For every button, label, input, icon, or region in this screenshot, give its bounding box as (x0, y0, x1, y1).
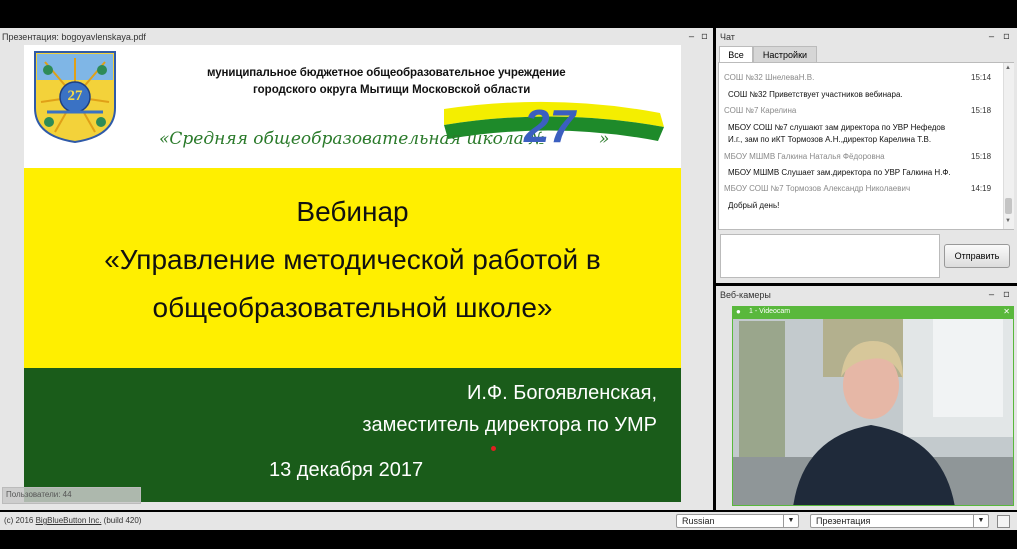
message-author: МБОУ МШМВ Галкина Наталья Фёдоровна (724, 152, 885, 161)
webcam-panel: Веб-камеры _ ▫ ● 1 - Videocam ✕ (716, 285, 1017, 510)
scroll-thumb[interactable] (1005, 198, 1012, 214)
message-author: СОШ №7 Карелина (724, 106, 797, 115)
author-name: И.Ф. Богоявленская, (466, 382, 657, 404)
slide: 27 муниципальное бюджетное общеобразоват… (24, 45, 681, 502)
school-name-text: «Средняя общеобразовательная школа № (159, 129, 546, 149)
minimize-icon[interactable]: _ (989, 27, 994, 38)
slide-author-band: И.Ф. Богоявленская, заместитель директор… (24, 368, 681, 502)
slide-title-line2: «Управление методической работой в (104, 244, 601, 275)
video-label: 1 - Videocam (749, 308, 791, 315)
slide-date: 13 декабря 2017 (269, 459, 424, 481)
message-time: 14:19 (971, 184, 992, 193)
presentation-panel: Презентация: bogoyavlenskaya.pdf _ ▫ 27 (0, 27, 713, 510)
send-button-label: Отправить (954, 251, 1000, 261)
close-icon[interactable]: ✕ (1003, 307, 1010, 316)
chat-message-input[interactable] (720, 234, 940, 278)
copyright-text: (c) 2016 (4, 516, 34, 525)
maximize-icon[interactable]: ▫ (701, 31, 708, 42)
tab-settings[interactable]: Настройки (753, 46, 817, 63)
slide-title-line1: Вебинар (296, 196, 409, 227)
presentation-title: Презентация: bogoyavlenskaya.pdf (2, 32, 146, 42)
school-header-line2: городского округа Мытищи Московской обла… (253, 84, 531, 96)
school-name: «Средняя общеобразовательная школа № (159, 129, 545, 149)
school-close-quote: » (599, 129, 610, 149)
tab-settings-label: Настройки (762, 50, 808, 60)
tab-all-label: Все (728, 50, 744, 60)
webcam-title: Веб-камеры (720, 290, 771, 300)
message-author: МБОУ СОШ №7 Тормозов Александр Николаеви… (724, 184, 911, 193)
message-text: МБОУ МШМВ Слушает зам.директора по УВР Г… (728, 168, 951, 177)
message-text: СОШ №32 Приветствует участников вебинара… (728, 90, 903, 99)
language-value: Russian (682, 516, 715, 526)
users-count-badge: Пользователи: 44 (2, 487, 141, 504)
slide-title-line3: общеобразовательной школе» (152, 292, 553, 323)
footer-bar: (c) 2016 BigBlueButton Inc. (build 420) … (0, 512, 1017, 530)
pointer-dot (491, 446, 496, 451)
message-text: И.г., зам по иКТ Тормозов А.Н.,директор … (728, 135, 932, 144)
message-author: СОШ №32 ШнелеваН.В. (724, 73, 815, 82)
scroll-down-icon[interactable]: ▼ (1005, 218, 1011, 224)
language-select[interactable]: Russian ▼ (676, 514, 799, 528)
message-text: Добрый день! (728, 201, 780, 210)
crest-number: 27 (67, 88, 83, 104)
message-time: 15:18 (971, 152, 992, 161)
maximize-icon[interactable]: ▫ (1003, 289, 1010, 300)
message-time: 15:18 (971, 106, 992, 115)
video-window: ● 1 - Videocam ✕ (732, 306, 1014, 506)
slide-title-band: Вебинар «Управление методической работой… (24, 168, 681, 368)
chevron-down-icon: ▼ (973, 515, 988, 527)
layout-icon[interactable] (997, 515, 1010, 528)
chat-messages: СОШ №32 ШнелеваН.В. 15:14 СОШ №32 Привет… (718, 62, 1014, 230)
school-number: 27 (524, 100, 576, 152)
copyright-link[interactable]: BigBlueButton Inc. (36, 516, 102, 525)
chat-scrollbar[interactable]: ▲ ▼ (1003, 63, 1014, 229)
copyright: (c) 2016 BigBlueButton Inc. (build 420) (4, 516, 141, 525)
chat-title: Чат (720, 32, 735, 42)
message-text: МБОУ СОШ №7 слушают зам директора по УВР… (728, 123, 946, 132)
chevron-down-icon: ▼ (783, 515, 798, 527)
layout-value: Презентация (816, 516, 871, 526)
send-button[interactable]: Отправить (944, 244, 1010, 268)
build-number: (build 420) (103, 516, 142, 525)
school-header-line1: муниципальное бюджетное общеобразователь… (207, 67, 566, 79)
tab-all[interactable]: Все (719, 46, 753, 63)
chat-panel: Чат _ ▫ Все Настройки СОШ №32 ШнелеваН.В… (716, 27, 1017, 283)
users-count-label: Пользователи: 44 (6, 490, 72, 499)
user-icon: ● (736, 307, 741, 316)
maximize-icon[interactable]: ▫ (1003, 31, 1010, 42)
minimize-icon[interactable]: _ (989, 285, 994, 296)
minimize-icon[interactable]: _ (689, 27, 694, 38)
layout-select[interactable]: Презентация ▼ (810, 514, 989, 528)
video-header: ● 1 - Videocam ✕ (733, 307, 1013, 319)
message-time: 15:14 (971, 73, 992, 82)
webcam-video (733, 307, 1013, 505)
scroll-up-icon[interactable]: ▲ (1005, 65, 1011, 71)
crest-logo: 27 (33, 50, 117, 144)
author-position: заместитель директора по УМР (362, 414, 657, 436)
